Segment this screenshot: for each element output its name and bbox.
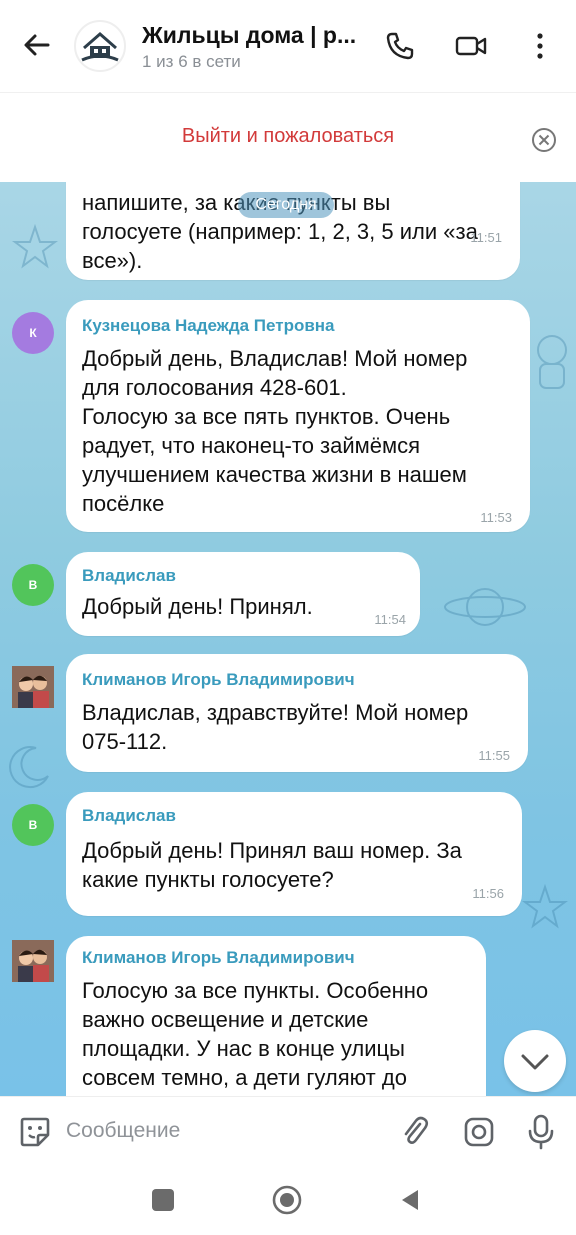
recent-apps-icon[interactable]: [152, 1189, 174, 1211]
message-bubble[interactable]: Климанов Игорь Владимирович Владислав, з…: [66, 654, 528, 772]
more-options-icon[interactable]: [524, 30, 556, 62]
message-time: 11:55: [478, 748, 510, 763]
leave-and-report-button[interactable]: Выйти и пожаловаться: [0, 125, 576, 148]
chevron-down-icon: [521, 1054, 549, 1070]
message-composer: Сообщение: [0, 1096, 576, 1167]
online-status: 1 из 6 в сети: [142, 52, 241, 71]
back-nav-icon[interactable]: [398, 1188, 422, 1212]
avatar[interactable]: В: [12, 804, 54, 846]
message-bubble[interactable]: Кузнецова Надежда Петровна Добрый день, …: [66, 300, 530, 532]
avatar[interactable]: [12, 666, 54, 708]
home-icon[interactable]: [271, 1184, 303, 1216]
message-input[interactable]: Сообщение: [66, 1119, 180, 1143]
system-nav-bar: [0, 1166, 576, 1235]
message-text: Добрый день! Принял.: [82, 594, 313, 619]
moon-doodle-icon: [9, 746, 49, 789]
message-bubble[interactable]: Климанов Игорь Владимирович Голосую за в…: [66, 936, 486, 1096]
sender-name[interactable]: Владислав: [82, 566, 176, 586]
avatar[interactable]: В: [12, 564, 54, 606]
video-call-icon[interactable]: [454, 30, 487, 62]
message-time: 11:51: [470, 230, 502, 245]
message-time: 11:54: [374, 612, 406, 627]
chat-area[interactable]: напишите, за какие пункты вы голосуете (…: [0, 182, 576, 1096]
message-text: Голосую за все пункты. Особенно важно ос…: [82, 978, 429, 1090]
microphone-icon[interactable]: [524, 1113, 558, 1151]
report-bar: Выйти и пожаловаться: [0, 92, 576, 183]
date-chip: Сегодня: [238, 192, 334, 218]
message-text: Добрый день, Владислав! Мой номер для го…: [82, 346, 468, 516]
sender-name[interactable]: Климанов Игорь Владимирович: [82, 670, 355, 690]
back-arrow-icon[interactable]: [20, 28, 54, 62]
phone-icon[interactable]: [384, 30, 416, 62]
sender-name[interactable]: Климанов Игорь Владимирович: [82, 948, 355, 968]
sender-name[interactable]: Владислав: [82, 806, 176, 826]
star-doodle-icon: [522, 883, 568, 929]
attach-icon[interactable]: [398, 1115, 432, 1149]
chat-title[interactable]: Жильцы дома | р...: [142, 22, 356, 49]
group-avatar[interactable]: [74, 20, 126, 72]
message-text: Владислав, здравствуйте! Мой номер 075-1…: [82, 700, 469, 754]
message-bubble[interactable]: Владислав Добрый день! Принял ваш номер.…: [66, 792, 522, 916]
message-bubble[interactable]: Владислав Добрый день! Принял. 11:54: [66, 552, 420, 636]
message-time: 11:53: [480, 510, 512, 525]
avatar[interactable]: [12, 940, 54, 982]
sender-name[interactable]: Кузнецова Надежда Петровна: [82, 316, 335, 336]
avatar[interactable]: К: [12, 312, 54, 354]
close-icon[interactable]: [530, 126, 558, 154]
scroll-to-bottom-button[interactable]: [504, 1030, 566, 1092]
star-doodle-icon: [12, 223, 58, 269]
astronaut-doodle-icon: [537, 335, 567, 389]
sticker-emoji-icon[interactable]: [18, 1115, 52, 1149]
chat-header: Жильцы дома | р... 1 из 6 в сети: [0, 0, 576, 92]
message-text: Добрый день! Принял ваш номер. За какие …: [82, 838, 462, 892]
message-time: 11:56: [472, 886, 504, 901]
planet-doodle-icon: [444, 588, 526, 626]
camera-icon[interactable]: [462, 1115, 496, 1149]
